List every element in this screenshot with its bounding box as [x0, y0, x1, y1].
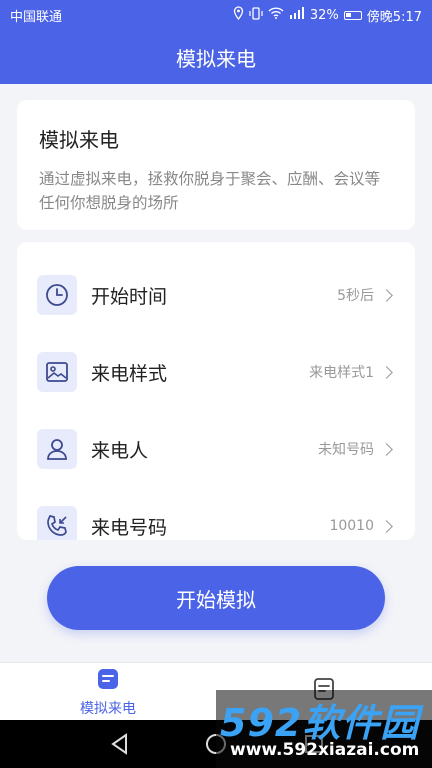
chevron-right-icon [380, 288, 393, 302]
battery-percent: 32% [309, 7, 339, 23]
watermark-url: www.592xiazai.com [230, 740, 420, 760]
setting-value: 10010 [329, 518, 374, 534]
clock-time: 傍晚5:17 [366, 9, 422, 25]
intro-title: 模拟来电 [39, 128, 119, 152]
start-simulation-label: 开始模拟 [176, 587, 256, 612]
setting-value: 未知号码 [318, 442, 374, 458]
setting-label: 来电号码 [91, 516, 168, 539]
setting-value: 5秒后 [337, 288, 374, 304]
start-simulation-button[interactable]: 开始模拟 [47, 566, 385, 630]
setting-row-caller[interactable]: 来电人 未知号码 [17, 410, 415, 488]
settings-card: 开始时间 5秒后 来电样式 来电样式1 来电人 未知号码 来电号码 10010 [17, 242, 415, 540]
chevron-right-icon [380, 519, 393, 533]
page-title: 模拟来电 [176, 46, 256, 71]
status-indicators: 32% 傍晚5:17 [233, 6, 422, 25]
vibrate-icon [249, 6, 263, 24]
setting-row-start-time[interactable]: 开始时间 5秒后 [17, 256, 415, 334]
setting-label: 来电样式 [91, 362, 168, 385]
intro-card: 模拟来电 通过虚拟来电，拯救你脱身于聚会、应酬、会议等任何你想脱身的场所 [17, 100, 415, 230]
setting-value: 来电样式1 [309, 365, 374, 381]
clock-icon [37, 275, 77, 315]
setting-label: 开始时间 [91, 285, 168, 308]
intro-description: 通过虚拟来电，拯救你脱身于聚会、应酬、会议等任何你想脱身的场所 [39, 170, 381, 212]
battery-icon [343, 10, 362, 20]
carrier-label: 中国联通 [10, 9, 63, 25]
chevron-right-icon [380, 442, 393, 456]
app-header: 模拟来电 [0, 30, 432, 84]
signal-icon [289, 7, 305, 23]
back-triangle-icon[interactable] [106, 730, 134, 758]
doc-lines-icon [96, 667, 120, 695]
image-icon [37, 352, 77, 392]
setting-label: 来电人 [91, 439, 149, 462]
phone-incoming-icon [37, 506, 77, 540]
setting-row-call-style[interactable]: 来电样式 来电样式1 [17, 333, 415, 411]
tab-label: 模拟来电 [80, 700, 136, 717]
setting-row-caller-number[interactable]: 来电号码 10010 [17, 487, 415, 540]
wifi-icon [268, 7, 284, 23]
chevron-right-icon [380, 365, 393, 379]
location-icon [233, 6, 244, 24]
tab-simulate-call[interactable]: 模拟来电 [0, 663, 216, 721]
watermark: 592软件园 www.592xiazai.com [216, 690, 432, 768]
status-bar: 中国联通 32% 傍晚5:17 [0, 0, 432, 30]
watermark-brand: 592软件园 [220, 701, 420, 745]
person-icon [37, 429, 77, 469]
